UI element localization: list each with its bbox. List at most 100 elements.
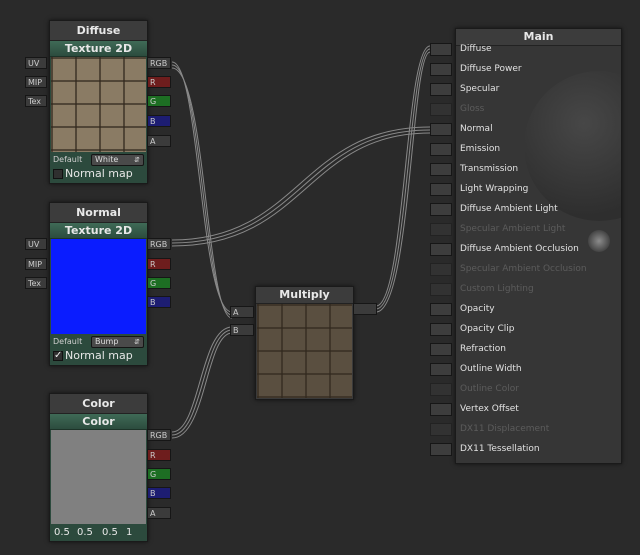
node-subtitle: Texture 2D bbox=[50, 41, 147, 57]
slot-connector[interactable] bbox=[430, 83, 452, 96]
slot-connector[interactable] bbox=[430, 283, 452, 296]
normal-map-checkbox[interactable] bbox=[53, 169, 63, 179]
node-subtitle: Texture 2D bbox=[50, 223, 147, 239]
slot-label: Light Wrapping bbox=[460, 184, 529, 194]
normal-input-uv[interactable]: UV bbox=[25, 238, 47, 250]
node-body: 0.5 0.5 0.5 1 bbox=[50, 430, 147, 541]
color-output-a[interactable]: A bbox=[147, 507, 171, 519]
slot-label: DX11 Tessellation bbox=[460, 444, 540, 454]
color-value-a[interactable]: 1 bbox=[126, 527, 132, 538]
slot-connector[interactable] bbox=[430, 103, 452, 116]
wire-normal-to-main-normal bbox=[171, 132, 431, 247]
slot-label: Transmission bbox=[460, 164, 519, 174]
node-subtitle: Color bbox=[50, 414, 147, 430]
slot-connector[interactable] bbox=[430, 443, 452, 456]
normal-output-g[interactable]: G bbox=[147, 277, 171, 289]
dropdown-arrow-icon: ⇵ bbox=[134, 156, 140, 164]
slot-label: Vertex Offset bbox=[460, 404, 519, 414]
slot-label: Specular Ambient Light bbox=[460, 224, 566, 234]
wire-color-to-multiply-b bbox=[171, 332, 233, 439]
normal-map-label: Normal map bbox=[65, 349, 133, 362]
normal-output-rgb[interactable]: RGB bbox=[147, 238, 171, 250]
slot-connector[interactable] bbox=[430, 383, 452, 396]
node-body: Default White ⇵ Normal map bbox=[50, 57, 147, 183]
slot-connector[interactable] bbox=[430, 343, 452, 356]
normal-texture-preview bbox=[51, 239, 146, 334]
slot-connector[interactable] bbox=[430, 143, 452, 156]
diffuse-node[interactable]: Diffuse Texture 2D Default White ⇵ Norma… bbox=[49, 20, 148, 184]
slot-connector[interactable] bbox=[430, 123, 452, 136]
diffuse-output-rgb[interactable]: RGB bbox=[147, 57, 171, 69]
color-output-r[interactable]: R bbox=[147, 449, 171, 461]
slot-label: Outline Width bbox=[460, 364, 522, 374]
multiply-input-a[interactable]: A bbox=[230, 306, 254, 318]
slot-label: DX11 Displacement bbox=[460, 424, 550, 434]
wire-normal-to-main-normal bbox=[171, 126, 431, 241]
wire-multiply-to-main-diffuse bbox=[375, 48, 431, 310]
wire-color-to-multiply-b bbox=[171, 326, 233, 433]
slot-connector[interactable] bbox=[430, 43, 452, 56]
slot-connector[interactable] bbox=[430, 223, 452, 236]
color-node[interactable]: Color Color 0.5 0.5 0.5 1 bbox=[49, 393, 148, 542]
slot-label: Diffuse Ambient Light bbox=[460, 204, 558, 214]
color-value-g[interactable]: 0.5 bbox=[77, 527, 93, 538]
wire-diffuse-to-multiply-a bbox=[171, 61, 233, 313]
dropdown-arrow-icon: ⇵ bbox=[134, 338, 140, 346]
slot-label: Refraction bbox=[460, 344, 506, 354]
node-title: Multiply bbox=[256, 287, 353, 304]
default-value: Bump bbox=[95, 337, 119, 346]
diffuse-output-r[interactable]: R bbox=[147, 76, 171, 88]
normal-map-checkbox[interactable]: ✓ bbox=[53, 351, 63, 361]
slot-connector[interactable] bbox=[430, 63, 452, 76]
slot-label: Opacity Clip bbox=[460, 324, 515, 334]
color-value-r[interactable]: 0.5 bbox=[54, 527, 70, 538]
normal-node[interactable]: Normal Texture 2D Default Bump ⇵ ✓ Norma… bbox=[49, 202, 148, 366]
diffuse-output-a[interactable]: A bbox=[147, 135, 171, 147]
slot-connector[interactable] bbox=[430, 403, 452, 416]
slot-connector[interactable] bbox=[430, 243, 452, 256]
diffuse-input-uv[interactable]: UV bbox=[25, 57, 47, 69]
slot-label: Diffuse Ambient Occlusion bbox=[460, 244, 579, 254]
diffuse-input-tex[interactable]: Tex bbox=[25, 95, 47, 107]
normal-output-r[interactable]: R bbox=[147, 258, 171, 270]
normal-input-tex[interactable]: Tex bbox=[25, 277, 47, 289]
slot-connector[interactable] bbox=[430, 323, 452, 336]
diffuse-output-g[interactable]: G bbox=[147, 95, 171, 107]
slot-label: Diffuse bbox=[460, 44, 492, 54]
slot-label: Custom Lighting bbox=[460, 284, 534, 294]
color-output-b[interactable]: B bbox=[147, 487, 171, 499]
node-title: Normal bbox=[50, 203, 147, 223]
slot-connector[interactable] bbox=[430, 263, 452, 276]
normal-input-mip[interactable]: MIP bbox=[25, 258, 47, 270]
default-dropdown[interactable]: White ⇵ bbox=[91, 154, 144, 166]
slot-connector[interactable] bbox=[430, 423, 452, 436]
slot-label: Specular Ambient Occlusion bbox=[460, 264, 587, 274]
node-body: Default Bump ⇵ ✓ Normal map bbox=[50, 239, 147, 365]
slot-connector[interactable] bbox=[430, 303, 452, 316]
default-label: Default bbox=[53, 337, 83, 346]
color-output-g[interactable]: G bbox=[147, 468, 171, 480]
slot-connector[interactable] bbox=[430, 363, 452, 376]
slot-connector[interactable] bbox=[430, 163, 452, 176]
default-dropdown[interactable]: Bump ⇵ bbox=[91, 336, 144, 348]
default-value: White bbox=[95, 155, 119, 164]
node-title: Color bbox=[50, 394, 147, 414]
slot-label: Specular bbox=[460, 84, 500, 94]
wire-normal-to-main-normal bbox=[171, 129, 431, 244]
multiply-input-b[interactable]: B bbox=[230, 324, 254, 336]
wire-diffuse-to-multiply-a bbox=[171, 64, 233, 316]
color-value-b[interactable]: 0.5 bbox=[102, 527, 118, 538]
wire-multiply-to-main-diffuse bbox=[375, 51, 431, 313]
slot-label: Gloss bbox=[460, 104, 485, 114]
diffuse-output-b[interactable]: B bbox=[147, 115, 171, 127]
color-output-rgb[interactable]: RGB bbox=[147, 429, 171, 441]
diffuse-input-mip[interactable]: MIP bbox=[25, 76, 47, 88]
multiply-preview bbox=[257, 304, 352, 398]
multiply-output[interactable] bbox=[353, 303, 377, 315]
wire-multiply-to-main-diffuse bbox=[375, 45, 431, 307]
multiply-node[interactable]: Multiply bbox=[255, 286, 354, 400]
slot-connector[interactable] bbox=[430, 183, 452, 196]
wire-color-to-multiply-b bbox=[171, 329, 233, 436]
normal-output-b[interactable]: B bbox=[147, 296, 171, 308]
slot-connector[interactable] bbox=[430, 203, 452, 216]
